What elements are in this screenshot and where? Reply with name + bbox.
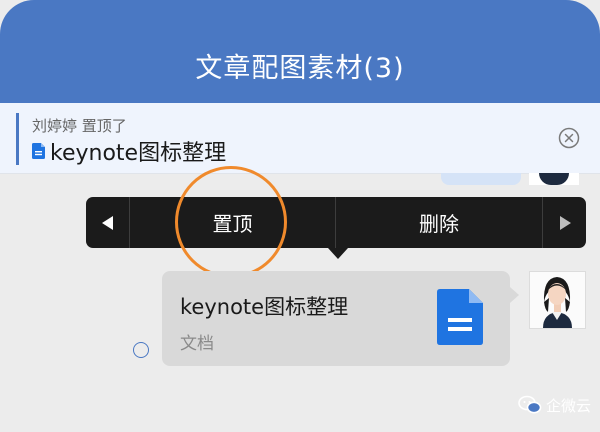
menu-prev-button[interactable] [86, 197, 129, 248]
file-name: keynote图标整理 [180, 295, 349, 319]
wechat-icon [518, 395, 542, 414]
watermark: 企微云 [518, 394, 591, 416]
chat-header: 文章配图素材(3) [0, 0, 600, 103]
previous-avatar [529, 173, 579, 185]
pinned-doc-row[interactable]: keynote图标整理 [32, 137, 227, 166]
pinned-by-text: 刘婷婷 置顶了 [32, 117, 127, 135]
triangle-left-icon [101, 215, 113, 230]
previous-message-bubble [441, 173, 521, 185]
person-photo [530, 272, 585, 328]
chat-title: 文章配图素材(3) [195, 53, 405, 84]
avatar[interactable] [529, 271, 586, 329]
close-icon[interactable] [558, 127, 580, 149]
pinned-banner[interactable]: 刘婷婷 置顶了 keynote图标整理 [0, 103, 600, 174]
bubble-tail [510, 287, 519, 303]
pinned-doc-name: keynote图标整理 [50, 141, 227, 166]
select-radio[interactable] [133, 342, 149, 358]
chat-window: 文章配图素材(3) 刘婷婷 置顶了 keynote图标整理 置顶 删除 keyn… [0, 0, 600, 432]
document-icon [32, 143, 45, 159]
pinned-accent-bar [16, 113, 19, 165]
menu-pointer [328, 248, 348, 259]
menu-next-button[interactable] [543, 197, 586, 248]
document-icon [437, 289, 483, 345]
triangle-right-icon [559, 215, 571, 230]
file-message-card[interactable]: keynote图标整理 文档 [162, 271, 519, 366]
watermark-text: 企微云 [546, 396, 592, 415]
context-menu: 置顶 删除 [86, 197, 586, 259]
delete-button[interactable]: 删除 [336, 197, 542, 248]
file-type: 文档 [180, 334, 214, 354]
highlight-circle [175, 166, 287, 278]
